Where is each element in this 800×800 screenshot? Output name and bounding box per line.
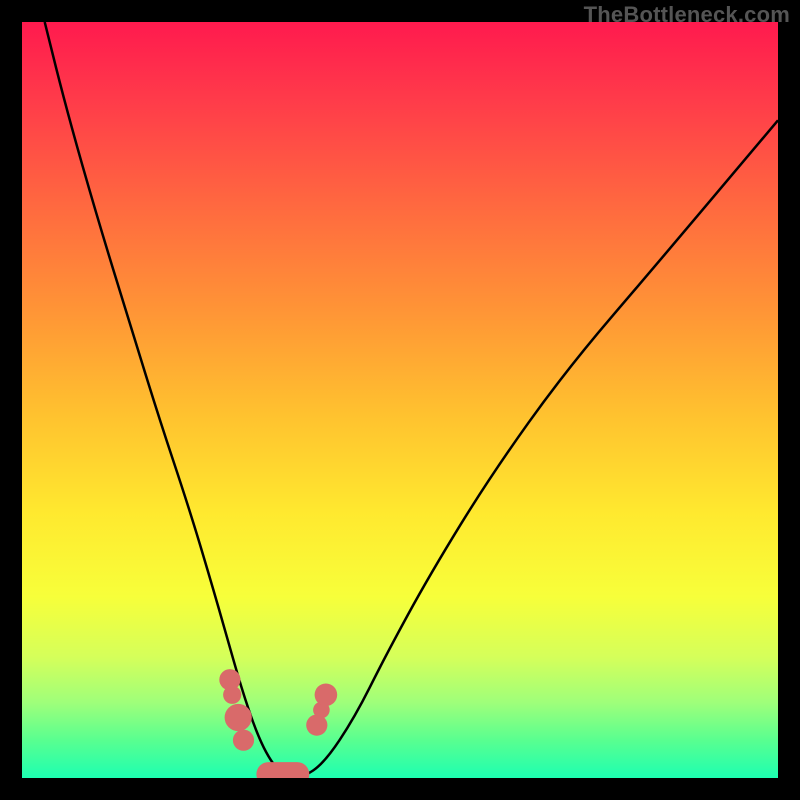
chart-frame	[22, 22, 778, 778]
marker-dot	[225, 704, 252, 731]
marker-dot	[233, 730, 254, 751]
marker-dot	[223, 686, 241, 704]
curve-path	[45, 22, 778, 778]
valley-band	[256, 762, 309, 778]
marker-dot	[315, 684, 338, 707]
attribution-text: TheBottleneck.com	[584, 2, 790, 28]
bottleneck-plot	[22, 22, 778, 778]
